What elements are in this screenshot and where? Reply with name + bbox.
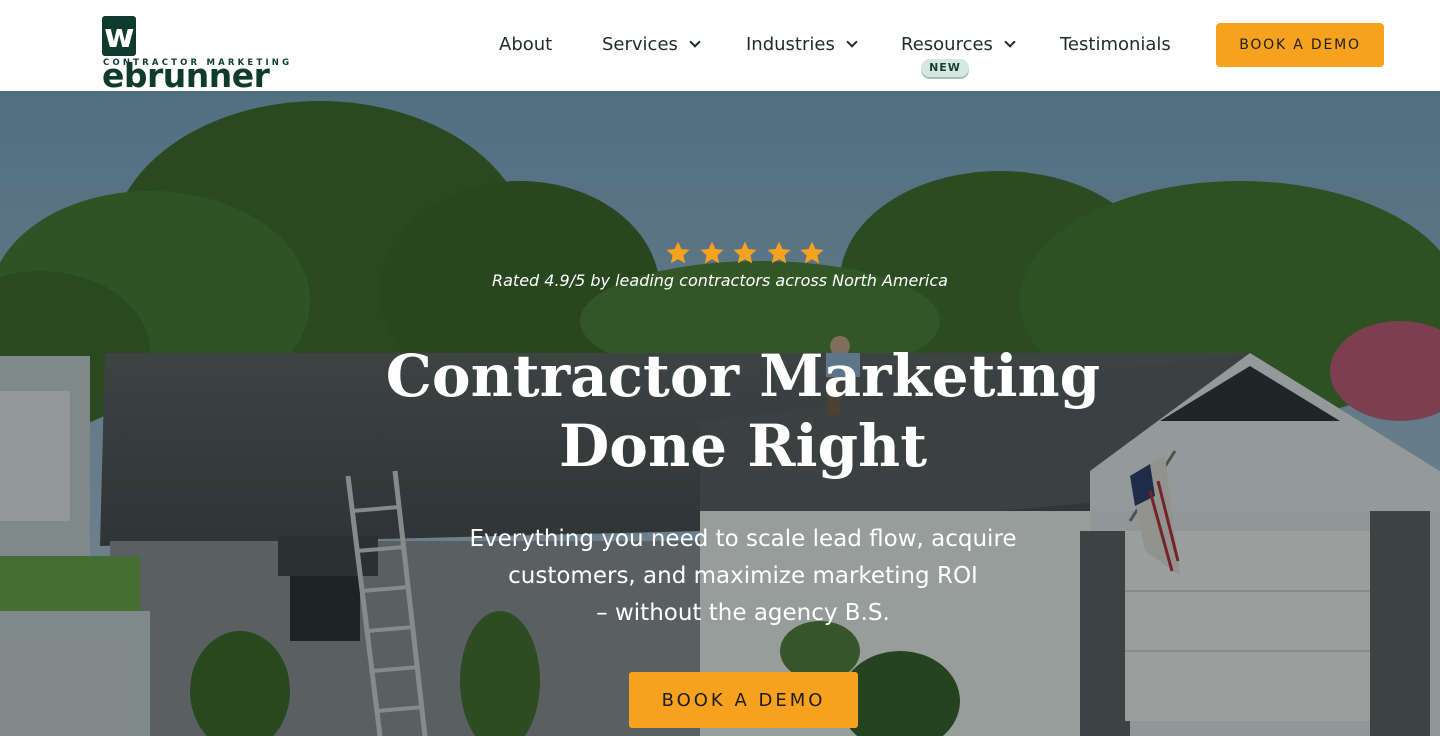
hero-title: Contractor Marketing Done Right [320, 341, 1166, 481]
star-icon [666, 241, 690, 264]
nav-testimonials[interactable]: Testimonials [1060, 30, 1171, 58]
star-icon [699, 241, 724, 264]
hero-title-line2: Done Right [559, 412, 927, 480]
star-icon [766, 241, 791, 264]
nav-services-label: Services [602, 33, 678, 55]
chevron-down-icon [689, 36, 701, 48]
nav-services[interactable]: Services [602, 30, 701, 58]
site-header: webrunner CONTRACTOR MARKETING About Ser… [0, 0, 1440, 95]
new-badge: NEW [921, 59, 969, 77]
hero-subtitle-line1: Everything you need to scale lead flow, … [469, 526, 1017, 552]
hero-subtitle: Everything you need to scale lead flow, … [440, 521, 1046, 632]
logo-tagline: CONTRACTOR MARKETING [103, 58, 293, 68]
hero-section: Rated 4.9/5 by leading contractors acros… [0, 91, 1440, 736]
nav-about[interactable]: About [499, 30, 552, 58]
star-icon [733, 241, 757, 264]
rating-stars [664, 239, 826, 271]
book-demo-hero-button[interactable]: BOOK A DEMO [629, 672, 858, 728]
hero-subtitle-line2: customers, and maximize marketing ROI [508, 563, 978, 589]
hero-subtitle-line3: – without the agency B.S. [596, 600, 890, 626]
book-demo-header-button[interactable]: BOOK A DEMO [1216, 23, 1384, 67]
logo-first-letter: w [102, 16, 136, 56]
nav-resources-label: Resources [901, 33, 993, 55]
chevron-down-icon [1004, 36, 1016, 48]
nav-industries[interactable]: Industries [746, 30, 858, 58]
rating-text: Rated 4.9/5 by leading contractors acros… [492, 271, 948, 290]
logo-wordmark: webrunner [102, 16, 302, 96]
hero-title-line1: Contractor Marketing [385, 342, 1101, 410]
nav-industries-label: Industries [746, 33, 835, 55]
nav-about-label: About [499, 33, 553, 55]
chevron-down-icon [846, 36, 858, 48]
webrunner-logo[interactable]: webrunner CONTRACTOR MARKETING [102, 16, 302, 95]
nav-resources[interactable]: Resources [901, 30, 1016, 58]
nav-testimonials-label: Testimonials [1060, 33, 1171, 55]
star-icon [800, 241, 824, 264]
